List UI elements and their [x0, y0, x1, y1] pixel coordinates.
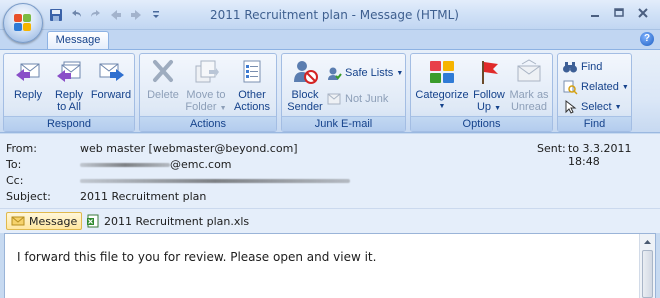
- categorize-button[interactable]: Categorize ▼: [413, 58, 471, 113]
- find-group: Find Related ▼ Select ▼ Find: [557, 53, 632, 132]
- move-to-folder-icon: [191, 58, 221, 86]
- sent-value: to 3.3.2011 18:48: [568, 142, 632, 168]
- save-icon[interactable]: [48, 7, 64, 23]
- follow-up-button[interactable]: Follow Up ▼: [471, 58, 507, 115]
- delete-button[interactable]: Delete: [144, 58, 182, 101]
- cursor-select-icon: [565, 99, 577, 114]
- find-button[interactable]: Find: [562, 58, 602, 76]
- mark-as-unread-button[interactable]: Mark as Unread: [507, 58, 551, 113]
- redacted-recipient: [80, 163, 170, 167]
- redacted-cc: [80, 179, 350, 183]
- to-value[interactable]: @emc.com: [80, 158, 232, 171]
- related-icon: [563, 80, 578, 95]
- previous-item-icon[interactable]: [108, 7, 124, 23]
- message-body-text: I forward this file to you for review. P…: [17, 250, 377, 264]
- binoculars-icon: [563, 62, 577, 73]
- actions-group: Delete Move to Folder ▼ Other Actions ▼ …: [139, 53, 277, 132]
- other-actions-icon: [237, 58, 267, 86]
- forward-button[interactable]: Forward: [90, 58, 132, 101]
- office-logo-icon: [14, 14, 32, 32]
- maximize-icon[interactable]: [608, 4, 630, 22]
- not-junk-button[interactable]: Not Junk: [326, 90, 388, 108]
- quick-access-toolbar: [48, 7, 164, 23]
- reply-all-button[interactable]: Reply to All: [50, 58, 88, 113]
- cc-value[interactable]: [80, 174, 350, 187]
- junk-email-group-label: Junk E-mail: [282, 116, 405, 131]
- sent-label: Sent:: [537, 142, 566, 155]
- ribbon-tab-row: Message ?: [0, 30, 660, 50]
- redo-icon[interactable]: [88, 7, 104, 23]
- respond-group-label: Respond: [4, 116, 134, 131]
- not-junk-icon: [327, 93, 341, 105]
- from-value[interactable]: web master [webmaster@beyond.com]: [80, 142, 298, 155]
- excel-file-icon: [87, 214, 99, 228]
- message-header: From: web master [webmaster@beyond.com] …: [0, 134, 660, 208]
- delete-icon: [148, 58, 178, 86]
- block-sender-icon: [290, 58, 320, 86]
- reply-all-icon: [54, 58, 84, 86]
- message-body-tab[interactable]: Message: [6, 212, 83, 230]
- scroll-up-icon[interactable]: [642, 237, 653, 247]
- cc-label: Cc:: [6, 174, 24, 187]
- next-item-icon[interactable]: [128, 7, 144, 23]
- safe-lists-button[interactable]: Safe Lists ▼: [326, 64, 403, 82]
- move-to-folder-button[interactable]: Move to Folder ▼: [182, 58, 230, 115]
- window-title: 2011 Recruitment plan - Message (HTML): [210, 8, 459, 22]
- respond-group: Reply Reply to All Forward Respond: [3, 53, 135, 132]
- tab-message[interactable]: Message: [47, 31, 109, 50]
- follow-up-flag-icon: [474, 58, 504, 86]
- vertical-scrollbar[interactable]: [639, 234, 655, 298]
- reply-button[interactable]: Reply: [8, 58, 48, 101]
- minimize-icon[interactable]: [584, 4, 606, 22]
- attachment-file[interactable]: 2011 Recruitment plan.xls: [82, 212, 253, 230]
- help-icon[interactable]: ?: [640, 32, 654, 46]
- scroll-thumb[interactable]: [642, 250, 653, 298]
- undo-icon[interactable]: [68, 7, 84, 23]
- reply-icon: [13, 58, 43, 86]
- related-button[interactable]: Related ▼: [562, 78, 629, 96]
- block-sender-button[interactable]: Block Sender: [285, 58, 325, 113]
- categorize-icon: [427, 58, 457, 86]
- junk-email-group: Block Sender Safe Lists ▼ Not Junk Junk E…: [281, 53, 406, 132]
- envelope-icon: [11, 216, 25, 226]
- subject-value: 2011 Recruitment plan: [80, 190, 207, 203]
- select-button[interactable]: Select ▼: [562, 98, 622, 116]
- from-label: From:: [6, 142, 37, 155]
- customize-qat-icon[interactable]: [148, 7, 164, 23]
- safe-lists-icon: [328, 67, 342, 80]
- close-icon[interactable]: [632, 4, 654, 22]
- ribbon: Reply Reply to All Forward Respond Delet…: [0, 49, 660, 133]
- forward-icon: [96, 58, 126, 86]
- subject-label: Subject:: [6, 190, 51, 203]
- options-group-label: Options: [411, 116, 552, 131]
- window-controls: [584, 4, 654, 22]
- message-body[interactable]: I forward this file to you for review. P…: [4, 233, 656, 298]
- title-bar: 2011 Recruitment plan - Message (HTML): [0, 0, 660, 30]
- actions-group-label: Actions: [140, 116, 276, 131]
- mark-as-unread-icon: [514, 58, 544, 86]
- office-button[interactable]: [3, 3, 43, 43]
- to-label: To:: [6, 158, 22, 171]
- options-group: Categorize ▼ Follow Up ▼ Mark as Unread …: [410, 53, 553, 132]
- attachment-bar: Message 2011 Recruitment plan.xls: [0, 208, 660, 233]
- find-group-label: Find: [558, 116, 631, 131]
